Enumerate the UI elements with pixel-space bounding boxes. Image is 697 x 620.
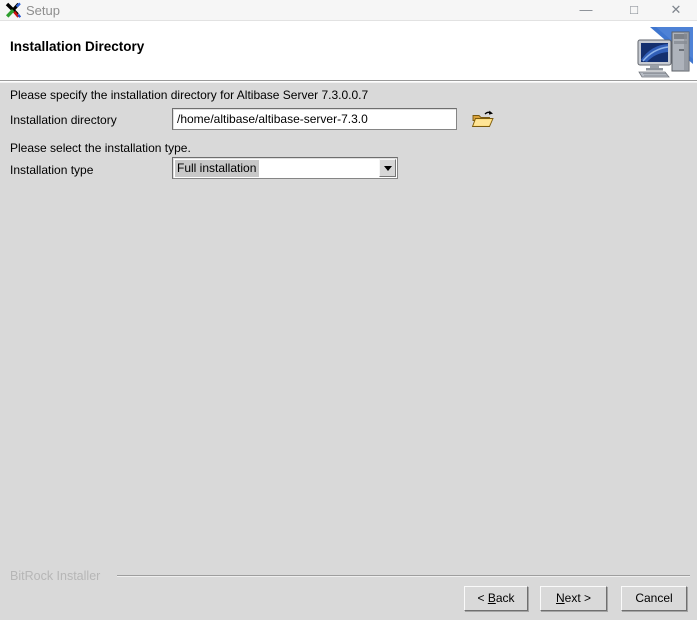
directory-prompt: Please specify the installation director… [10,88,369,102]
page-title: Installation Directory [10,39,145,54]
next-label-rest: ext > [564,591,592,605]
directory-label: Installation directory [10,113,117,127]
back-button[interactable]: < Back [464,586,528,611]
installation-type-select[interactable]: Full installation [172,157,398,179]
browse-folder-button[interactable] [469,108,495,130]
window-title: Setup [26,3,60,18]
x11-app-icon [5,2,22,18]
type-label: Installation type [10,163,94,177]
wizard-header: Installation Directory [0,22,697,81]
setup-window: Setup — □ ✕ Installation Directory Pleas… [0,0,697,620]
chevron-down-icon [384,166,392,171]
type-prompt: Please select the installation type. [10,141,191,155]
footer-divider [117,575,690,577]
minimize-icon[interactable]: — [571,0,601,21]
cancel-button[interactable]: Cancel [621,586,687,611]
open-folder-icon [471,110,495,132]
back-button-label: < [477,591,488,605]
computer-icon [637,27,693,78]
installation-directory-input[interactable] [172,108,457,130]
wizard-body: Please specify the installation director… [0,82,697,620]
selected-installation-type: Full installation [175,160,260,177]
maximize-icon[interactable]: □ [619,0,649,21]
close-icon[interactable]: ✕ [661,0,691,21]
titlebar: Setup — □ ✕ [0,0,697,21]
installer-brand: BitRock Installer [10,569,101,583]
back-accesskey: B [487,591,496,605]
next-accesskey: N [555,591,565,605]
cancel-button-label: Cancel [635,591,673,605]
next-button[interactable]: Next > [540,586,607,611]
dropdown-arrow-button[interactable] [379,159,396,177]
back-label-rest: ack [495,591,515,605]
